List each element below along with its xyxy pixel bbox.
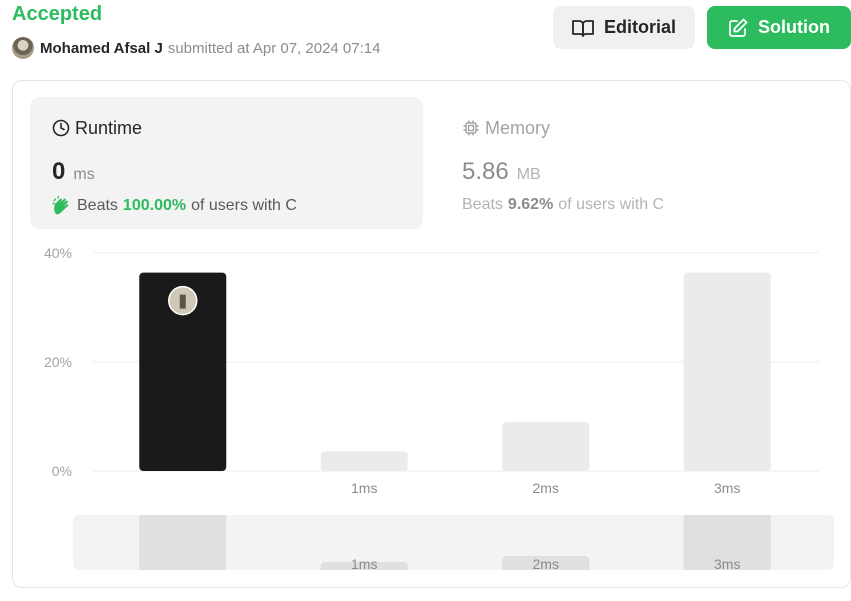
runtime-distribution-chart[interactable]: 0% 20% 40% 1ms 2ms 3ms	[13, 81, 850, 511]
y-tick-label: 20%	[44, 354, 72, 370]
x-tick-label: 2ms	[533, 480, 559, 496]
user-avatar[interactable]	[12, 37, 34, 59]
status-title: Accepted	[12, 3, 103, 25]
editorial-button[interactable]: Editorial	[553, 6, 695, 49]
avatar-marker-figure	[179, 294, 186, 309]
bar	[502, 421, 590, 471]
submission-result-page: Accepted Mohamed Afsal J submitted at Ap…	[0, 0, 851, 601]
username-link[interactable]: Mohamed Afsal J	[40, 40, 163, 57]
x-tick-label: 1ms	[351, 480, 377, 496]
chart-overview-panel[interactable]: 1ms 2ms 3ms	[73, 515, 834, 570]
editorial-label: Editorial	[603, 17, 676, 37]
bar	[683, 272, 771, 471]
y-tick-label: 0%	[52, 463, 72, 479]
book-icon	[572, 19, 594, 37]
overview-bar	[139, 515, 227, 570]
solution-button[interactable]: Solution	[707, 6, 851, 49]
user-avatar-marker	[168, 285, 198, 316]
submitter-info: Mohamed Afsal J submitted at Apr 07, 202…	[12, 37, 380, 59]
overview-chart[interactable]: 1ms 2ms 3ms	[73, 515, 834, 570]
submitted-at-text: submitted at Apr 07, 2024 07:14	[167, 39, 381, 57]
result-card: Runtime 0 ms Beats 100.00% of users with…	[12, 80, 851, 588]
overview-tick-label: 3ms	[714, 556, 740, 570]
y-tick-label: 40%	[44, 245, 72, 261]
solution-label: Solution	[758, 17, 830, 37]
bar	[320, 451, 408, 471]
x-tick-label: 3ms	[714, 480, 740, 496]
overview-tick-label: 2ms	[533, 556, 559, 570]
edit-icon	[729, 18, 748, 37]
overview-tick-label: 1ms	[351, 556, 377, 570]
